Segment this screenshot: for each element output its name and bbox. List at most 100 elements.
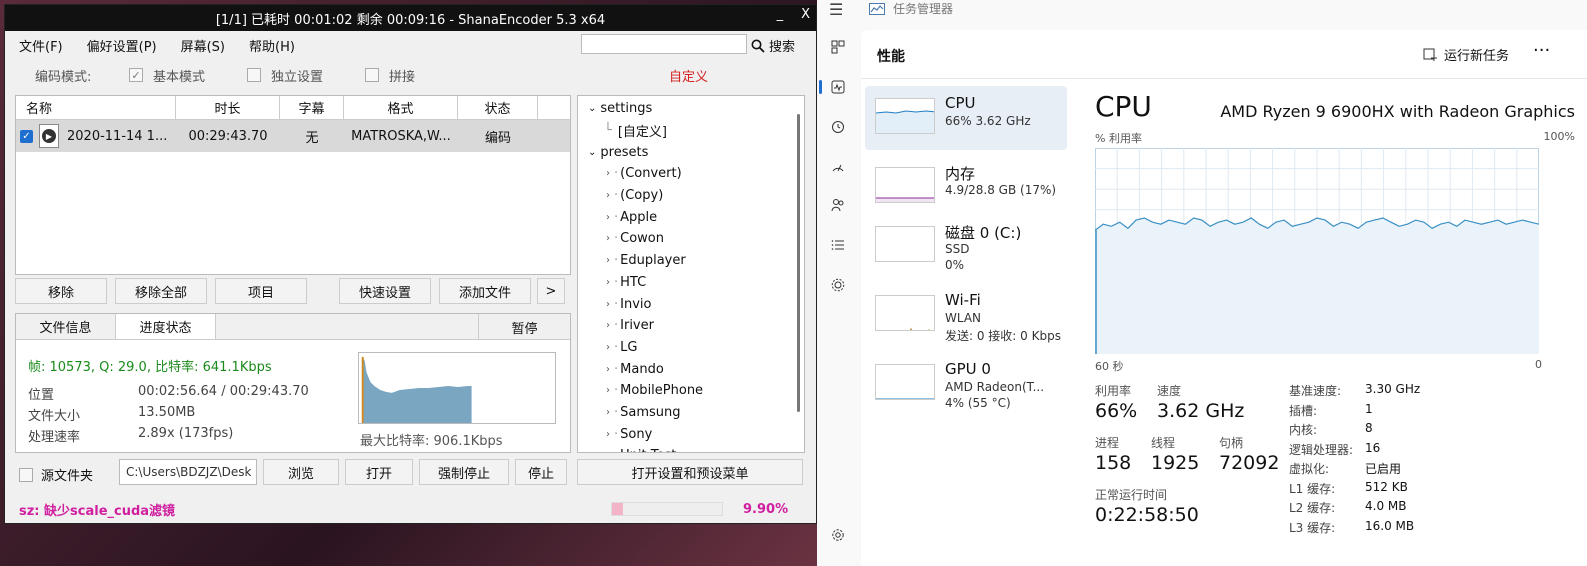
browse-button[interactable]: 浏览 [263, 459, 339, 485]
users-icon[interactable] [829, 196, 847, 214]
tree-scrollbar[interactable] [797, 114, 800, 412]
chevron-down-icon: ⌄ [588, 146, 597, 158]
open-button[interactable]: 打开 [345, 459, 413, 485]
chevron-right-icon: › [606, 363, 610, 375]
tree-node-preset[interactable]: › · (Convert) [578, 163, 804, 185]
processes-icon[interactable] [829, 38, 847, 56]
col-format[interactable]: 格式 [344, 96, 458, 119]
task-manager-window: ☰ 任务管理器 性能 运行新任务 ··· CPU 66% 3.62 GHz 内存… [817, 0, 1587, 566]
minimize-button[interactable]: _ [777, 7, 784, 22]
handles-label: 句柄 [1219, 436, 1244, 450]
spec-label: 插槽: [1289, 403, 1318, 418]
mode-basic-checkbox[interactable]: ✓ 基本模式 [129, 66, 205, 85]
source-folder-checkbox[interactable]: 源文件夹 [19, 465, 93, 484]
tree-node-preset[interactable]: › · Cowon [578, 228, 804, 250]
col-status[interactable]: 状态 [458, 96, 538, 119]
stop-button[interactable]: 停止 [515, 459, 567, 485]
startup-icon[interactable] [829, 158, 847, 176]
close-button[interactable]: X [801, 7, 810, 22]
hamburger-icon[interactable]: ☰ [829, 0, 843, 19]
open-settings-menu-button[interactable]: 打开设置和预设菜单 [577, 459, 803, 485]
remove-button[interactable]: 移除 [15, 278, 107, 304]
col-subtitle[interactable]: 字幕 [280, 96, 344, 119]
tree-node-label: LG [620, 339, 638, 355]
stat-speed: 处理速率 2.89x (173fps) [28, 426, 234, 445]
menu-file[interactable]: 文件(F) [19, 36, 63, 55]
handles-value: 72092 [1219, 452, 1280, 474]
remove-all-button[interactable]: 移除全部 [115, 278, 207, 304]
perf-item[interactable]: 内存 4.9/28.8 GB (17%) [865, 155, 1067, 219]
history-icon[interactable] [829, 118, 847, 136]
tree-node-label: settings [600, 101, 653, 117]
spec-label: L1 缓存: [1289, 481, 1336, 496]
perf-item[interactable]: 磁盘 0 (C:) SSD 0% [865, 214, 1067, 278]
tree-node-preset[interactable]: › · Apple [578, 206, 804, 228]
menu-screen[interactable]: 屏幕(S) [181, 36, 225, 55]
tree-node-label: Cowon [620, 231, 664, 247]
more-options-icon[interactable]: ··· [1533, 40, 1550, 61]
more-button[interactable]: > [537, 278, 565, 304]
mode-basic-label: 基本模式 [153, 69, 206, 85]
details-icon[interactable] [829, 236, 847, 254]
speed-value: 3.62 GHz [1157, 400, 1245, 422]
custom-link[interactable]: 自定义 [669, 66, 708, 85]
perf-item[interactable]: GPU 0 AMD Radeon(T... 4% (55 °C) [865, 352, 1067, 416]
perf-item[interactable]: CPU 66% 3.62 GHz [865, 86, 1067, 150]
max-bitrate: 最大比特率: 906.1Kbps [360, 434, 503, 449]
menu-help[interactable]: 帮助(H) [249, 36, 295, 55]
item-button[interactable]: 项目 [215, 278, 307, 304]
performance-icon[interactable] [819, 78, 847, 96]
tree-node-preset[interactable]: › · Iriver [578, 315, 804, 337]
search-button[interactable]: 搜索 [751, 36, 795, 55]
tree-node-preset[interactable]: › · Invio [578, 293, 804, 315]
encode-progress-bar [611, 502, 723, 516]
tree-node-settings[interactable]: ⌄ settings [578, 98, 804, 120]
mode-concat-checkbox[interactable]: 拼接 [365, 66, 415, 85]
table-row[interactable]: ✓ ▶ 2020-11-14 1... 00:29:43.70 无 MATROS… [16, 120, 570, 152]
tree-node-presets[interactable]: ⌄ presets [578, 141, 804, 163]
processes-label: 进程 [1095, 436, 1120, 450]
perf-item[interactable]: Wi-Fi WLAN 发送: 0 接收: 0 Kbps [865, 283, 1067, 347]
pause-button[interactable]: 暂停 [478, 314, 570, 340]
tree-node-preset[interactable]: › · Samsung [578, 402, 804, 424]
add-file-button[interactable]: 添加文件 [439, 278, 531, 304]
tree-node-preset[interactable]: › · (Copy) [578, 185, 804, 207]
mode-independent-checkbox[interactable]: 独立设置 [247, 66, 323, 85]
run-new-task-button[interactable]: 运行新任务 [1423, 45, 1509, 64]
tree-node-preset[interactable]: › · LG [578, 337, 804, 359]
tree-node-label: Apple [620, 209, 658, 225]
tree-node-preset[interactable]: › · Mando [578, 358, 804, 380]
col-duration[interactable]: 时长 [176, 96, 280, 119]
tree-node-preset[interactable]: › · Sony [578, 423, 804, 445]
tree-node-preset[interactable]: › · MobilePhone [578, 380, 804, 402]
title-bar[interactable]: [1/1] 已耗时 00:01:02 剩余 00:09:16 - ShanaEn… [5, 5, 816, 31]
services-icon[interactable] [829, 276, 847, 294]
spec-value: 512 KB [1365, 479, 1408, 494]
menu-preferences[interactable]: 偏好设置(P) [87, 36, 157, 55]
quick-setup-button[interactable]: 快速设置 [339, 278, 431, 304]
force-stop-button[interactable]: 强制停止 [419, 459, 509, 485]
col-name[interactable]: 名称 [16, 96, 176, 119]
spec-value: 4.0 MB [1365, 499, 1407, 513]
progress-percent: 9.90% [743, 501, 789, 517]
perf-item-sub1: SSD [945, 242, 970, 256]
source-path-input[interactable]: C:\Users\BDZJZ\Desk [119, 459, 257, 485]
tree-node-preset[interactable]: › · Eduplayer [578, 250, 804, 272]
tab-progress-status[interactable]: 进度状态 [116, 314, 216, 339]
app-title-text: 任务管理器 [893, 2, 954, 16]
threads-value: 1925 [1151, 452, 1200, 474]
tree-node-custom[interactable]: └ [自定义] [578, 120, 804, 142]
spec-label: 逻辑处理器: [1289, 442, 1354, 457]
tree-node-label: Unit Test [620, 448, 676, 452]
chevron-right-icon: › [606, 320, 610, 332]
title-bar[interactable]: ☰ 任务管理器 [817, 0, 1587, 30]
y-axis-max: 100% [1543, 130, 1575, 143]
tree-node-label: presets [600, 144, 649, 160]
tab-file-info[interactable]: 文件信息 [16, 314, 116, 339]
row-checkbox[interactable]: ✓ [20, 129, 33, 143]
tree-node-preset[interactable]: › · HTC [578, 272, 804, 294]
settings-icon[interactable] [829, 526, 847, 544]
tree-node-preset[interactable]: ›·Unit Test [578, 445, 804, 452]
search-input[interactable] [581, 34, 747, 54]
search-label: 搜索 [769, 40, 796, 55]
